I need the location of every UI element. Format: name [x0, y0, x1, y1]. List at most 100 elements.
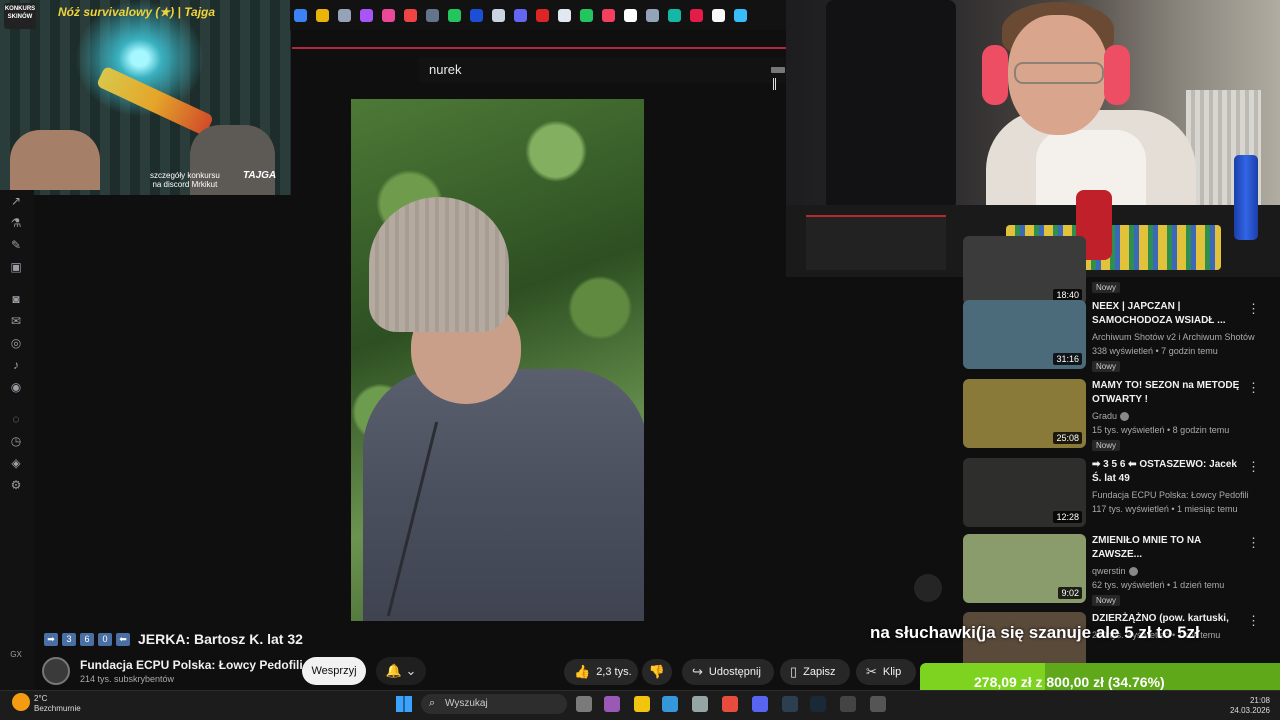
more-options-icon[interactable]: ⋮	[1247, 460, 1260, 474]
clip-button[interactable]: ✂ Klip	[856, 659, 916, 685]
video-duration: 25:08	[1053, 432, 1082, 444]
webcam-chair	[826, 0, 956, 210]
related-video-title[interactable]: NEEX | JAPCZAN | SAMOCHODOZA WSIADŁ ...	[1092, 300, 1242, 328]
save-button[interactable]: ▯ Zapisz	[780, 659, 850, 685]
game-overlay: KONKURS SKINÓW Nóż survivalowy (★) | Taj…	[0, 0, 291, 195]
energy-drink-can	[1234, 155, 1258, 240]
extension-icon[interactable]	[668, 8, 681, 22]
weather-temperature: 2°C	[34, 694, 48, 703]
app-icon[interactable]	[840, 696, 856, 712]
related-video-channel[interactable]: Archiwum Shotów v2 i Archiwum Shotów	[1092, 332, 1255, 342]
steam-icon[interactable]	[810, 696, 826, 712]
sidebar-app-icon[interactable]: ↗	[9, 194, 23, 208]
extension-icon[interactable]	[294, 8, 307, 22]
related-video-channel[interactable]: Fundacja ECPU Polska: Łowcy Pedofili	[1092, 490, 1249, 500]
channel-name[interactable]: Fundacja ECPU Polska: Łowcy Pedofili	[80, 658, 303, 672]
weather-icon[interactable]	[12, 693, 30, 711]
extension-icon[interactable]	[426, 8, 439, 22]
extension-icon[interactable]	[602, 8, 615, 22]
search-input[interactable]: nurek	[429, 62, 462, 77]
like-button[interactable]: 👍 2,3 tys.	[564, 659, 638, 685]
extension-icon[interactable]	[492, 8, 505, 22]
discord-icon[interactable]	[752, 696, 768, 712]
sidebar-app-icon[interactable]: ✉	[9, 314, 23, 328]
related-video-channel[interactable]: qwerstin	[1092, 566, 1138, 577]
video-thumbnail[interactable]: 18:40	[963, 236, 1086, 305]
share-button[interactable]: ↪ Udostępnij	[682, 659, 774, 685]
extension-icon[interactable]	[470, 8, 483, 22]
contest-info: szczegóły konkursu na discord Mrkikut	[150, 171, 220, 189]
copilot-icon[interactable]	[604, 696, 620, 712]
search-clear-icon[interactable]	[771, 67, 785, 73]
extension-icon[interactable]	[690, 8, 703, 22]
sidebar-app-icon[interactable]: ⚙	[9, 478, 23, 492]
video-thumbnail[interactable]: 12:28	[963, 458, 1086, 527]
extension-icon[interactable]	[536, 8, 549, 22]
sidebar-app-icon[interactable]: ◎	[9, 336, 23, 350]
sidebar-app-icon[interactable]: ⚗	[9, 216, 23, 230]
opera-gx-icon[interactable]	[722, 696, 738, 712]
extension-icon[interactable]	[382, 8, 395, 22]
notification-bell-button[interactable]: 🔔 ⌄	[376, 657, 426, 685]
related-video-title[interactable]: ➡ 3 5 6 ⬅ OSTASZEWO: Jacek Ś. lat 49	[1092, 458, 1242, 486]
app-icon[interactable]	[782, 696, 798, 712]
related-video-channel[interactable]: Gradu	[1092, 411, 1130, 422]
store-icon[interactable]	[692, 696, 708, 712]
related-video-item[interactable]: 18:40 Nowy	[963, 236, 1268, 308]
sidebar-app-icon[interactable]: ♪	[9, 358, 23, 372]
more-options-icon[interactable]: ⋮	[1247, 614, 1260, 628]
headset-right-icon	[1104, 45, 1130, 105]
extension-icon[interactable]	[646, 8, 659, 22]
video-thumbnail[interactable]: 31:16	[963, 300, 1086, 369]
file-explorer-icon[interactable]	[634, 696, 650, 712]
verified-icon	[1120, 412, 1130, 422]
extension-icon[interactable]	[448, 8, 461, 22]
browser-sidebar: ↗ ⚗ ✎ ▣ ◙ ✉ ◎ ♪ ◉ ◌ ◷ ◈ ⚙ GX	[0, 190, 34, 690]
channel-avatar[interactable]	[42, 657, 70, 685]
sidebar-app-icon[interactable]: ◙	[9, 292, 23, 306]
sidebar-app-icon[interactable]: ◉	[9, 380, 23, 394]
related-video-item[interactable]: 25:08 MAMY TO! SEZON na METODĘ OTWARTY ! G…	[963, 379, 1268, 451]
related-video-item[interactable]: 9:02 ZMIENIŁO MNIE TO NA ZAWSZE... qwersti…	[963, 534, 1268, 606]
extension-icon[interactable]	[580, 8, 593, 22]
start-button[interactable]	[396, 696, 412, 712]
sidebar-app-icon[interactable]: ◈	[9, 456, 23, 470]
new-badge: Nowy	[1092, 595, 1121, 606]
app-icon[interactable]	[870, 696, 886, 712]
task-view-icon[interactable]	[576, 696, 592, 712]
extension-icon[interactable]	[404, 8, 417, 22]
taskbar-search[interactable]	[421, 694, 567, 714]
support-button[interactable]: Wesprzyj	[302, 657, 366, 685]
extension-icon[interactable]	[734, 8, 747, 22]
extension-icon[interactable]	[712, 8, 725, 22]
sidebar-app-icon[interactable]: ◷	[9, 434, 23, 448]
video-title: ➡ 3 6 0 ⬅ JERKA: Bartosz K. lat 32	[44, 631, 303, 647]
extension-icon[interactable]	[316, 8, 329, 22]
related-video-item[interactable]: 12:28 ➡ 3 5 6 ⬅ OSTASZEWO: Jacek Ś. lat 4…	[963, 458, 1268, 530]
related-video-title[interactable]: ZMIENIŁO MNIE TO NA ZAWSZE...	[1092, 534, 1242, 562]
related-video-title[interactable]: MAMY TO! SEZON na METODĘ OTWARTY !	[1092, 379, 1242, 407]
video-player[interactable]	[351, 99, 644, 621]
video-thumbnail[interactable]: 25:08	[963, 379, 1086, 448]
extension-icon[interactable]	[360, 8, 373, 22]
edge-icon[interactable]	[662, 696, 678, 712]
extension-icon[interactable]	[514, 8, 527, 22]
more-options-icon[interactable]: ⋮	[1247, 302, 1260, 316]
sidebar-app-icon[interactable]: ✎	[9, 238, 23, 252]
new-badge: Nowy	[1092, 440, 1121, 451]
video-thumbnail[interactable]: 9:02	[963, 534, 1086, 603]
sidebar-app-icon[interactable]: ◌	[9, 412, 23, 426]
thumbs-down-icon: 👎	[648, 664, 666, 679]
search-box[interactable]	[418, 57, 788, 83]
new-badge: Nowy	[1092, 361, 1121, 372]
extension-icon[interactable]	[338, 8, 351, 22]
sidebar-app-icon[interactable]: ▣	[9, 260, 23, 274]
dislike-button[interactable]: 👎	[642, 659, 672, 685]
taskbar-search-placeholder: Wyszukaj	[445, 698, 488, 709]
extension-icon[interactable]	[558, 8, 571, 22]
more-options-icon[interactable]: ⋮	[1247, 381, 1260, 395]
bookmark-icon: ▯	[790, 664, 798, 679]
extension-icon[interactable]	[624, 8, 637, 22]
more-options-icon[interactable]: ⋮	[1247, 536, 1260, 550]
related-video-item[interactable]: 31:16 NEEX | JAPCZAN | SAMOCHODOZA WSIADŁ…	[963, 300, 1268, 372]
